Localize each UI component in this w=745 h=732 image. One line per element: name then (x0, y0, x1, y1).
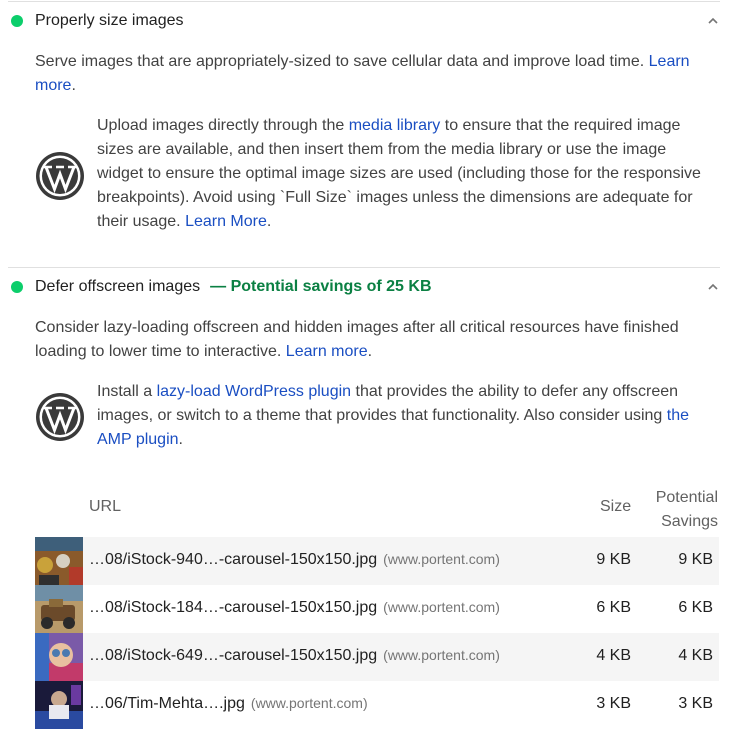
size-cell: 4 KB (596, 647, 631, 664)
table-row[interactable]: …08/iStock-649…-carousel-150x150.jpg (www… (35, 633, 719, 681)
url-text[interactable]: …08/iStock-649…-carousel-150x150.jpg (89, 647, 377, 664)
savings-cell: 6 KB (678, 599, 713, 616)
image-thumbnail (35, 537, 83, 585)
learn-more-link[interactable]: Learn more (286, 343, 368, 360)
savings-cell: 3 KB (678, 695, 713, 712)
lazy-load-plugin-link[interactable]: lazy-load WordPress plugin (157, 383, 351, 400)
learn-more-link[interactable]: Learn More (185, 213, 267, 230)
chevron-up-icon[interactable] (704, 12, 722, 30)
savings-badge: — Potential savings of 25 KB (210, 278, 432, 295)
audit-title-text: Defer offscreen images (35, 278, 201, 295)
audit-title: Defer offscreen images — Potential saving… (35, 278, 432, 296)
period: . (266, 213, 272, 230)
column-header-savings-line2: Savings (661, 513, 718, 530)
url-cell[interactable]: …06/Tim-Mehta….jpg (www.portent.com) (89, 695, 368, 713)
audit-header-properly-size-images[interactable]: Properly size images (0, 3, 730, 39)
table-row[interactable]: …08/iStock-940…-carousel-150x150.jpg (www… (35, 537, 719, 585)
url-cell[interactable]: …08/iStock-940…-carousel-150x150.jpg (www… (89, 551, 500, 569)
origin-text: (www.portent.com) (383, 599, 500, 615)
url-cell[interactable]: …08/iStock-649…-carousel-150x150.jpg (www… (89, 647, 500, 665)
table-header: URL Size Potential Savings (0, 475, 730, 535)
url-text[interactable]: …06/Tim-Mehta….jpg (89, 695, 245, 712)
audit-description-text: Serve images that are appropriately-size… (35, 53, 649, 70)
size-cell: 6 KB (596, 599, 631, 616)
divider (8, 267, 720, 268)
savings-cell: 4 KB (678, 647, 713, 664)
column-header-savings-line1: Potential (655, 489, 718, 506)
stack-pack-text: Install a lazy-load WordPress plugin tha… (97, 380, 707, 452)
stack-text-part: . (178, 431, 183, 448)
wordpress-icon (36, 393, 84, 441)
origin-text: (www.portent.com) (383, 647, 500, 663)
wordpress-icon (36, 152, 84, 200)
url-cell[interactable]: …08/iStock-184…-carousel-150x150.jpg (www… (89, 599, 500, 617)
chevron-up-icon[interactable] (704, 278, 722, 296)
stack-pack-wordpress: Install a lazy-load WordPress plugin tha… (35, 380, 705, 460)
origin-text: (www.portent.com) (383, 551, 500, 567)
url-text[interactable]: …08/iStock-940…-carousel-150x150.jpg (89, 551, 377, 568)
stack-text-part: Upload images directly through the (97, 117, 349, 134)
url-text[interactable]: …08/iStock-184…-carousel-150x150.jpg (89, 599, 377, 616)
table-row[interactable]: …06/Tim-Mehta….jpg (www.portent.com) 3 KB… (35, 681, 719, 729)
stack-text-part: Install a (97, 383, 157, 400)
column-header-size: Size (600, 498, 632, 515)
audit-description: Serve images that are appropriately-size… (35, 50, 705, 98)
column-header-savings: Potential Savings (640, 486, 718, 534)
pass-status-icon (11, 15, 23, 27)
period: . (367, 343, 373, 360)
table-row[interactable]: …08/iStock-184…-carousel-150x150.jpg (www… (35, 585, 719, 633)
divider (8, 1, 720, 2)
size-cell: 9 KB (596, 551, 631, 568)
audit-description: Consider lazy-loading offscreen and hidd… (35, 316, 705, 364)
image-thumbnail (35, 681, 83, 729)
period: . (71, 77, 76, 94)
size-cell: 3 KB (596, 695, 631, 712)
image-thumbnail (35, 633, 83, 681)
origin-text: (www.portent.com) (250, 695, 368, 711)
audit-title: Properly size images (35, 12, 184, 29)
audit-header-defer-offscreen-images[interactable]: Defer offscreen images — Potential saving… (0, 269, 730, 305)
pass-status-icon (11, 281, 23, 293)
image-thumbnail (35, 585, 83, 633)
media-library-link[interactable]: media library (349, 117, 441, 134)
stack-pack-wordpress: Upload images directly through the media… (35, 114, 705, 244)
stack-pack-text: Upload images directly through the media… (97, 114, 707, 234)
savings-cell: 9 KB (678, 551, 713, 568)
column-header-url: URL (89, 498, 122, 515)
